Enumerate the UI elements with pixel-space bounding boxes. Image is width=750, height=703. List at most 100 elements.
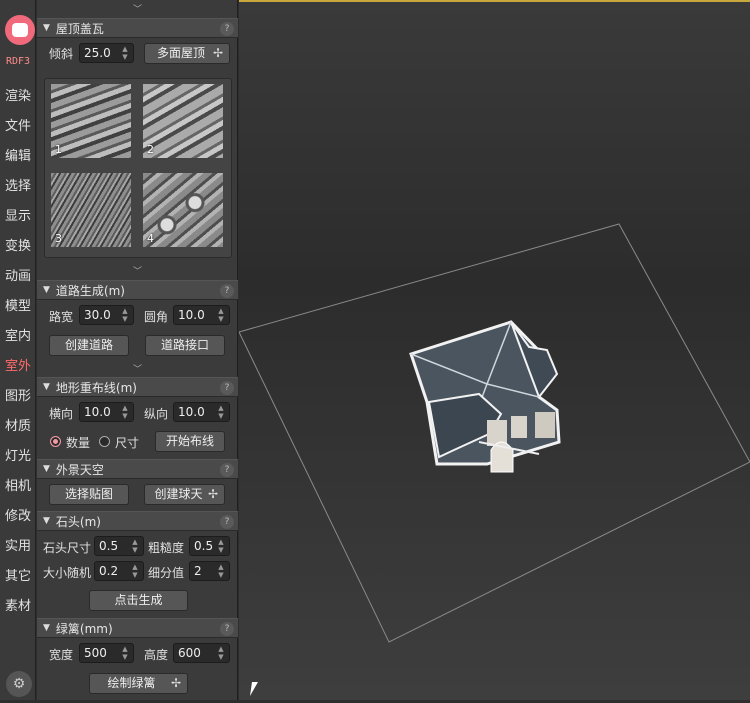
sidebar-item-modify[interactable]: 修改 xyxy=(0,505,36,524)
hedge-height-input[interactable]: 600 ▲ ▼ xyxy=(173,643,230,663)
stone-size-value: 0.5 xyxy=(99,539,119,553)
stone-section-header[interactable]: ▼ 石头(m) ? xyxy=(37,511,238,531)
tile-option-4[interactable]: 4 xyxy=(143,173,223,247)
hedge-height-label: 高度 xyxy=(144,648,169,662)
road-section-header[interactable]: ▼ 道路生成(m) ? xyxy=(37,280,238,300)
roof-section-title: 屋顶盖瓦 xyxy=(55,21,104,36)
sky-section-header[interactable]: ▼ 外景天空 ? xyxy=(37,459,238,479)
spinner-arrows-icon[interactable]: ▲ ▼ xyxy=(215,307,227,323)
road-joint-button[interactable]: 道路接口 xyxy=(145,335,225,356)
sidebar-item-shape[interactable]: 图形 xyxy=(0,385,36,404)
count-radio[interactable] xyxy=(50,436,61,447)
spinner-arrows-icon[interactable]: ▲ ▼ xyxy=(119,307,131,323)
help-icon[interactable]: ? xyxy=(220,463,234,477)
tile-number: 2 xyxy=(147,143,154,156)
spinner-arrows-icon[interactable]: ▲ ▼ xyxy=(119,45,131,61)
road-width-input[interactable]: 30.0 ▲ ▼ xyxy=(79,305,134,325)
stone-size-input[interactable]: 0.5 ▲ ▼ xyxy=(94,536,144,556)
triangle-down-icon: ▼ xyxy=(43,623,50,633)
start-wiring-button[interactable]: 开始布线 xyxy=(155,431,225,452)
scene-render xyxy=(238,223,750,643)
draw-hedge-label: 绘制绿篱 xyxy=(107,676,156,690)
help-icon[interactable]: ? xyxy=(220,381,234,395)
sidebar-item-render[interactable]: 渲染 xyxy=(0,85,36,104)
hedge-width-input[interactable]: 500 ▲ ▼ xyxy=(79,643,134,663)
corner-input[interactable]: 10.0 ▲ ▼ xyxy=(173,305,230,325)
house-model xyxy=(409,320,561,473)
3d-viewport[interactable] xyxy=(238,0,750,700)
sidebar-item-animation[interactable]: 动画 xyxy=(0,265,36,284)
vertical-input[interactable]: 10.0 ▲ ▼ xyxy=(173,402,230,422)
spinner-arrows-icon[interactable]: ▲ ▼ xyxy=(215,404,227,420)
sidebar-item-model[interactable]: 模型 xyxy=(0,295,36,314)
sidebar-item-other[interactable]: 其它 xyxy=(0,565,36,584)
pin-icon: ✢ xyxy=(212,46,223,60)
terrain-section-header[interactable]: ▼ 地形重布线(m) ? xyxy=(37,377,238,397)
sidebar-item-assets[interactable]: 素材 xyxy=(0,595,36,614)
tile-number: 4 xyxy=(147,232,154,245)
chevron-down-icon[interactable]: ﹀ xyxy=(37,2,238,15)
chevron-down-icon[interactable]: ﹀ xyxy=(37,362,238,375)
spinner-arrows-icon[interactable]: ▲ ▼ xyxy=(119,404,131,420)
pick-texture-button[interactable]: 选择贴图 xyxy=(49,484,129,505)
sidebar-item-light[interactable]: 灯光 xyxy=(0,445,36,464)
chevron-down-icon[interactable]: ﹀ xyxy=(37,264,238,277)
sidebar-item-file[interactable]: 文件 xyxy=(0,115,36,134)
sidebar-item-select[interactable]: 选择 xyxy=(0,175,36,194)
help-icon[interactable]: ? xyxy=(220,284,234,298)
random-size-input[interactable]: 0.2 ▲ ▼ xyxy=(94,561,144,581)
subdivision-input[interactable]: 2 ▲ ▼ xyxy=(189,561,230,581)
sidebar-item-interior[interactable]: 室内 xyxy=(0,325,36,344)
sidebar-item-transform[interactable]: 变换 xyxy=(0,235,36,254)
draw-hedge-button[interactable]: 绘制绿篱 ✢ xyxy=(89,673,188,694)
tile-option-2[interactable]: 2 xyxy=(143,84,223,158)
spinner-arrows-icon[interactable]: ▲ ▼ xyxy=(215,645,227,661)
triangle-down-icon: ▼ xyxy=(43,516,50,526)
generate-stone-button[interactable]: 点击生成 xyxy=(89,590,188,611)
horizontal-label: 横向 xyxy=(49,407,74,421)
create-sky-button[interactable]: 创建球天 ✢ xyxy=(144,484,225,505)
tile-option-1[interactable]: 1 xyxy=(51,84,131,158)
tilt-input[interactable]: 25.0 ▲ ▼ xyxy=(79,43,134,63)
brand-label: RDF3 xyxy=(5,56,31,67)
logo-icon[interactable] xyxy=(5,15,35,45)
terrain-section-title: 地形重布线(m) xyxy=(55,380,137,395)
subdivision-label: 细分值 xyxy=(148,566,185,580)
random-size-value: 0.2 xyxy=(99,564,119,578)
tile-option-3[interactable]: 3 xyxy=(51,173,131,247)
hedge-height-value: 600 xyxy=(178,646,201,660)
help-icon[interactable]: ? xyxy=(220,515,234,529)
hedge-section-title: 绿篱(mm) xyxy=(55,621,113,636)
sidebar-item-utility[interactable]: 实用 xyxy=(0,535,36,554)
create-road-button[interactable]: 创建道路 xyxy=(49,335,129,356)
sidebar-item-material[interactable]: 材质 xyxy=(0,415,36,434)
tilt-value: 25.0 xyxy=(84,46,111,60)
subdivision-value: 2 xyxy=(194,564,202,578)
count-label: 数量 xyxy=(66,436,91,450)
spinner-arrows-icon[interactable]: ▲ ▼ xyxy=(119,645,131,661)
gear-icon[interactable]: ⚙ xyxy=(6,671,32,697)
spinner-arrows-icon[interactable]: ▲ ▼ xyxy=(215,563,227,579)
size-radio[interactable] xyxy=(99,436,110,447)
multi-roof-button[interactable]: 多面屋顶 ✢ xyxy=(144,43,230,64)
road-width-label: 路宽 xyxy=(49,310,74,324)
sidebar-item-exterior[interactable]: 室外 xyxy=(0,355,36,374)
roof-section-header[interactable]: ▼ 屋顶盖瓦 ? xyxy=(37,18,238,38)
horizontal-value: 10.0 xyxy=(84,405,111,419)
hedge-width-label: 宽度 xyxy=(49,648,74,662)
help-icon[interactable]: ? xyxy=(220,22,234,36)
pin-icon: ✢ xyxy=(207,487,218,501)
spinner-arrows-icon[interactable]: ▲ ▼ xyxy=(129,538,141,554)
spinner-arrows-icon[interactable]: ▲ ▼ xyxy=(129,563,141,579)
sidebar-item-camera[interactable]: 相机 xyxy=(0,475,36,494)
help-icon[interactable]: ? xyxy=(220,622,234,636)
roughness-value: 0.5 xyxy=(194,539,214,553)
hedge-width-value: 500 xyxy=(84,646,107,660)
sidebar-item-edit[interactable]: 编辑 xyxy=(0,145,36,164)
sidebar-item-display[interactable]: 显示 xyxy=(0,205,36,224)
hedge-section-header[interactable]: ▼ 绿篱(mm) ? xyxy=(37,618,238,638)
horizontal-input[interactable]: 10.0 ▲ ▼ xyxy=(79,402,134,422)
corner-value: 10.0 xyxy=(178,308,205,322)
roughness-input[interactable]: 0.5 ▲ ▼ xyxy=(189,536,230,556)
spinner-arrows-icon[interactable]: ▲ ▼ xyxy=(215,538,227,554)
